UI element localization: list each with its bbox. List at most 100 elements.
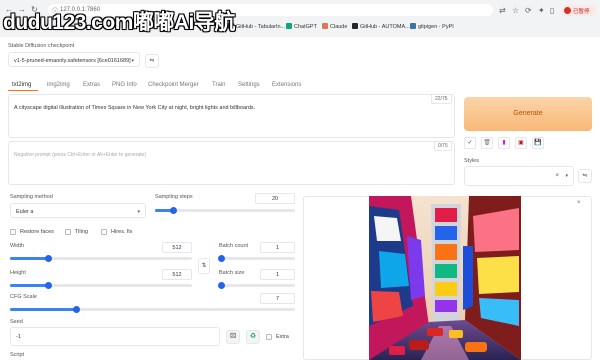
extensions-icon[interactable]: ✦ [538, 6, 545, 15]
apply-style-button[interactable]: ✓ [464, 137, 476, 149]
checkpoint-value: v1-5-pruned-emaonly.safetensors [6ce0161… [14, 58, 131, 64]
extra-seed-label: Extra [276, 334, 289, 340]
claude-icon [322, 23, 328, 29]
width-slider[interactable] [10, 255, 192, 262]
restore-faces-checkbox[interactable] [10, 229, 16, 235]
sampling-method-label: Sampling method [10, 194, 53, 200]
bookmark-item[interactable]: Claude [322, 23, 347, 30]
slider-handle[interactable] [217, 255, 225, 262]
batch-count-slider[interactable] [217, 255, 295, 262]
trash-icon: 🗑 [483, 140, 491, 146]
tab-img2img[interactable]: img2img [47, 82, 70, 88]
batch-size-label: Batch size [219, 270, 245, 276]
avatar [564, 7, 571, 14]
watermark: dudu123.com嘟嘟Ai导航 [3, 11, 235, 34]
times-square-illustration [369, 196, 521, 360]
negative-prompt-input[interactable]: Negative prompt (press Ctrl+Enter or Alt… [8, 141, 455, 185]
pypi-icon [410, 23, 416, 29]
sidepanel-icon[interactable]: ▯ [550, 6, 554, 15]
tab-png-info[interactable]: PNG Info [112, 82, 137, 88]
chevron-down-icon: ▾ [565, 173, 568, 179]
dice-icon: ⚄ [229, 333, 237, 340]
seed-value: -1 [16, 334, 21, 340]
clear-prompt-button[interactable]: 🗑 [481, 137, 493, 149]
tiling-checkbox[interactable] [65, 229, 71, 235]
slider-handle[interactable] [72, 306, 80, 313]
profile-button[interactable]: 已暂停 [562, 5, 596, 16]
negative-token-counter: 0/75 [434, 141, 452, 151]
browser-chrome: ← → ↻ ⓘ 127.0.0.1:7860 ⇄ ☆ ⟳ ✦ ▯ 已暂停 Git… [0, 0, 600, 37]
height-label: Height [10, 270, 26, 276]
save-style-button[interactable]: 💾 [532, 137, 544, 149]
refresh-icon: ⇋ [149, 58, 155, 64]
styles-dropdown[interactable]: × ▾ [464, 166, 574, 186]
bookmark-item[interactable]: gitpigen · PyPI [410, 23, 454, 30]
batch-size-slider[interactable] [217, 282, 295, 289]
seed-input[interactable]: -1 [10, 327, 220, 346]
batch-size-input[interactable]: 1 [260, 269, 295, 280]
height-slider[interactable] [10, 282, 192, 289]
cfg-scale-input[interactable]: 7 [260, 293, 295, 304]
refresh-alt-icon[interactable]: ⟳ [525, 6, 532, 15]
tab-txt2img[interactable]: txt2img [12, 82, 31, 88]
slider-fill [10, 308, 76, 311]
clipboard-icon: ▣ [518, 140, 524, 146]
refresh-icon: ⇋ [582, 173, 588, 179]
width-label: Width [10, 243, 25, 249]
translate-icon[interactable]: ⇄ [499, 6, 506, 15]
tab-extras[interactable]: Extras [83, 82, 100, 88]
batch-count-input[interactable]: 1 [260, 242, 295, 253]
generate-label: Generate [513, 110, 543, 117]
bookmark-item[interactable]: ChatGPT [286, 23, 317, 30]
slider-handle[interactable] [217, 282, 225, 289]
random-seed-button[interactable]: ⚄ [226, 330, 240, 344]
width-input[interactable]: 512 [162, 242, 192, 253]
sampling-steps-label: Sampling steps [155, 194, 193, 200]
negative-prompt-placeholder: Negative prompt (press Ctrl+Enter or Alt… [14, 152, 147, 158]
checkpoint-dropdown[interactable]: v1-5-pruned-emaonly.safetensors [6ce0161… [8, 52, 140, 67]
cfg-scale-slider[interactable] [10, 306, 295, 313]
read-params-button[interactable]: ▣ [515, 137, 527, 149]
hires-fix-checkbox[interactable] [101, 229, 107, 235]
refresh-checkpoint-button[interactable]: ⇋ [145, 54, 159, 68]
batch-count-label: Batch count [219, 243, 249, 249]
tab-extensions[interactable]: Extensions [272, 82, 301, 88]
swap-dimensions-button[interactable]: ⇅ [198, 258, 210, 274]
show-extra-networks-button[interactable]: ▮ [498, 137, 510, 149]
clear-icon[interactable]: × [555, 173, 559, 179]
bookmark-star-icon[interactable]: ☆ [512, 6, 519, 15]
height-input[interactable]: 512 [162, 269, 192, 280]
slider-handle[interactable] [45, 255, 53, 262]
styles-label: Styles [464, 158, 479, 164]
slider-fill [10, 257, 49, 260]
sampling-steps-slider[interactable] [155, 207, 295, 214]
tab-settings[interactable]: Settings [238, 82, 260, 88]
save-icon: 💾 [534, 140, 542, 146]
close-icon[interactable]: × [577, 200, 581, 206]
script-label: Script [10, 352, 25, 358]
chevron-down-icon: ▾ [131, 58, 134, 64]
prompt-token-counter: 22/75 [431, 94, 452, 104]
sampling-method-dropdown[interactable]: Euler a ▾ [10, 203, 146, 218]
styles-refresh-button[interactable]: ⇋ [578, 169, 592, 183]
checkpoint-label: Stable Diffusion checkpoint [8, 43, 75, 49]
tiling-label: Tiling [75, 229, 88, 235]
reuse-seed-button[interactable]: ♻ [246, 330, 260, 344]
active-tab-indicator [8, 90, 38, 91]
recycle-icon: ♻ [249, 333, 257, 340]
prompt-input[interactable]: A cityscape digital illustration of Time… [8, 94, 455, 138]
slider-handle[interactable] [170, 207, 178, 214]
slider-fill [10, 284, 49, 287]
bookmark-item[interactable]: GitHub - AUTOMA... [352, 23, 410, 30]
generated-image[interactable] [369, 196, 521, 360]
generate-button[interactable]: Generate [464, 97, 592, 131]
seed-label: Seed [10, 319, 23, 325]
bookmark-item[interactable]: GitHub - TabularIn... [228, 23, 285, 30]
sampling-steps-input[interactable]: 20 [255, 193, 295, 204]
slider-handle[interactable] [45, 282, 53, 289]
restore-faces-label: Restore faces [20, 229, 54, 235]
swap-icon: ⇅ [201, 263, 207, 269]
tab-checkpoint-merger[interactable]: Checkpoint Merger [148, 82, 199, 88]
extra-seed-checkbox[interactable] [266, 334, 272, 340]
tab-train[interactable]: Train [212, 82, 225, 88]
